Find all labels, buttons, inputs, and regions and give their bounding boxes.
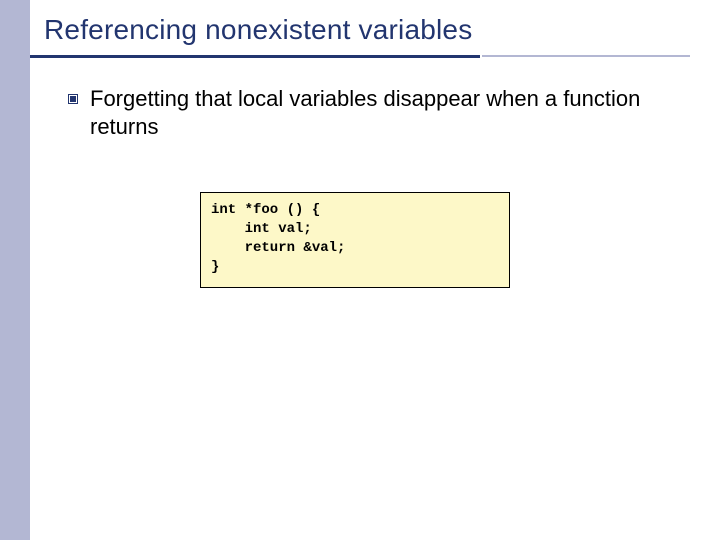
title-wrap: Referencing nonexistent variables <box>44 14 472 46</box>
title-rule-light <box>482 55 690 57</box>
bullet-row: Forgetting that local variables disappea… <box>68 85 688 141</box>
left-accent-bar <box>0 0 30 540</box>
bullet-text: Forgetting that local variables disappea… <box>90 85 688 141</box>
title-rule-dark <box>30 55 480 58</box>
slide-title: Referencing nonexistent variables <box>44 14 472 46</box>
code-content: int *foo () { int val; return &val; } <box>211 201 499 277</box>
code-box: int *foo () { int val; return &val; } <box>200 192 510 288</box>
slide: Referencing nonexistent variables Forget… <box>0 0 720 540</box>
bullet-icon <box>68 94 78 104</box>
